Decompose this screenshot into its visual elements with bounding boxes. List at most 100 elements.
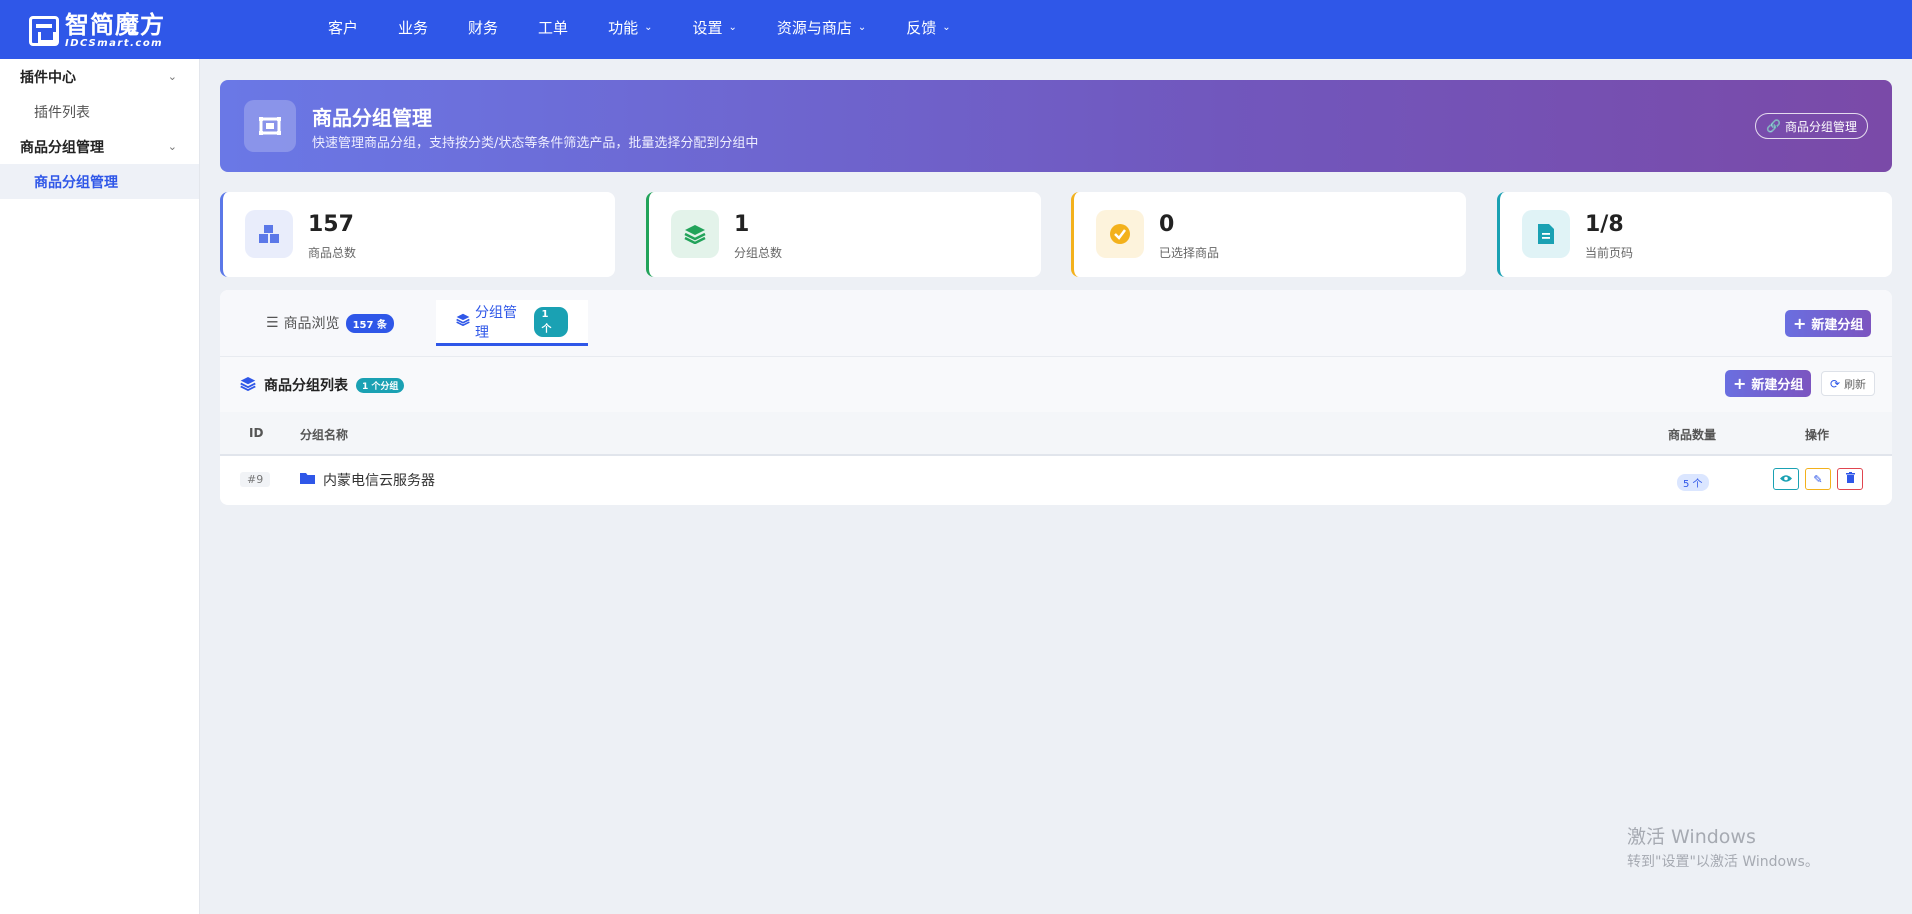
main-nav: 客户 业务 财务 工单 功能 ⌄ 设置 ⌄ 资源与商店 ⌄ 反馈 ⌄ xyxy=(308,0,971,54)
nav-label: 工单 xyxy=(538,18,569,37)
nav-item-features[interactable]: 功能 ⌄ xyxy=(588,0,672,54)
nav-item-feedback[interactable]: 反馈 ⌄ xyxy=(886,0,970,54)
stat-value: 157 xyxy=(308,212,354,237)
new-group-button[interactable]: + 新建分组 xyxy=(1725,370,1812,397)
refresh-icon: ⟳ xyxy=(1830,376,1841,391)
nav-label: 功能 xyxy=(608,18,639,37)
layers-icon xyxy=(456,313,470,330)
group-name-text: 内蒙电信云服务器 xyxy=(323,473,435,489)
sidebar-item-label: 插件列表 xyxy=(34,104,90,121)
boxes-icon xyxy=(245,210,293,258)
stat-label: 商品总数 xyxy=(308,246,357,260)
eye-icon xyxy=(1780,473,1792,486)
new-group-button-top[interactable]: + 新建分组 xyxy=(1785,310,1872,337)
link-icon: 🔗 xyxy=(1766,119,1781,133)
edit-icon: ✎ xyxy=(1813,472,1823,486)
group-name: 内蒙电信云服务器 xyxy=(300,470,435,490)
folder-icon xyxy=(300,472,315,488)
plus-icon: + xyxy=(1793,314,1807,333)
plus-icon: + xyxy=(1733,374,1747,393)
stat-card-total-groups: 1 分组总数 xyxy=(646,192,1041,277)
column-header-actions: 操作 xyxy=(1805,428,1830,442)
page-title: 商品分组管理 xyxy=(312,106,432,130)
button-label: 新建分组 xyxy=(1811,318,1864,333)
group-list-header: 商品分组列表 1 个分组 + 新建分组 ⟳ 刷新 xyxy=(220,357,1892,412)
tab-group-management[interactable]: 分组管理 1 个 xyxy=(436,300,588,346)
nav-item-finance[interactable]: 财务 xyxy=(448,0,518,54)
check-circle-icon xyxy=(1096,210,1144,258)
stat-card-total-products: 157 商品总数 xyxy=(220,192,615,277)
page-subtitle: 快速管理商品分组，支持按分类/状态等条件筛选产品，批量选择分配到分组中 xyxy=(312,136,759,151)
tab-label: 商品浏览 xyxy=(283,316,340,332)
header-link-label: 商品分组管理 xyxy=(1784,119,1857,134)
chevron-down-icon: ⌄ xyxy=(728,21,737,33)
nav-item-resources[interactable]: 资源与商店 ⌄ xyxy=(757,0,886,54)
group-frame-icon xyxy=(244,100,296,152)
nav-label: 业务 xyxy=(398,18,429,37)
brand-name-en: IDCSmart.com xyxy=(65,38,164,49)
refresh-button[interactable]: ⟳ 刷新 xyxy=(1821,371,1876,396)
sidebar-item-product-group-management[interactable]: 商品分组管理 xyxy=(0,164,199,199)
stat-value: 1 xyxy=(734,212,750,237)
nav-label: 资源与商店 xyxy=(776,18,852,37)
nav-item-customers[interactable]: 客户 xyxy=(308,0,378,54)
button-label: 刷新 xyxy=(1844,377,1867,391)
nav-item-settings[interactable]: 设置 ⌄ xyxy=(672,0,756,54)
layers-icon xyxy=(240,376,256,395)
layers-icon xyxy=(671,210,719,258)
nav-label: 反馈 xyxy=(906,18,937,37)
sidebar-group-product-groups[interactable]: 商品分组管理 ⌄ xyxy=(0,129,199,164)
column-header-count: 商品数量 xyxy=(1668,428,1717,442)
tab-count-badge: 157 条 xyxy=(345,313,394,333)
button-label: 新建分组 xyxy=(1751,378,1804,393)
sidebar-item-plugin-list[interactable]: 插件列表 xyxy=(0,94,199,129)
group-management-panel: ☰ 商品浏览 157 条 分组管理 1 个 + 新建分组 商品分组列表 1 个分… xyxy=(220,290,1892,505)
trash-icon xyxy=(1845,472,1855,486)
stat-value: 0 xyxy=(1159,212,1175,237)
watermark-title: 激活 Windows xyxy=(1627,826,1756,848)
logo-icon xyxy=(29,16,59,46)
stat-card-current-page: 1/8 当前页码 xyxy=(1497,192,1892,277)
group-list-title: 商品分组列表 1 个分组 xyxy=(240,375,405,395)
column-header-name: 分组名称 xyxy=(300,428,349,442)
list-icon: ☰ xyxy=(266,315,279,331)
tabs-bar: ☰ 商品浏览 157 条 分组管理 1 个 + 新建分组 xyxy=(220,290,1892,357)
watermark-subtitle: 转到"设置"以激活 Windows。 xyxy=(1627,854,1819,870)
chevron-down-icon: ⌄ xyxy=(167,70,177,83)
chevron-down-icon: ⌄ xyxy=(857,21,867,33)
sidebar-group-plugin-center[interactable]: 插件中心 ⌄ xyxy=(0,59,199,94)
windows-activation-watermark: 激活 Windows 转到"设置"以激活 Windows。 xyxy=(1627,822,1819,871)
sidebar: 插件中心 ⌄ 插件列表 商品分组管理 ⌄ 商品分组管理 xyxy=(0,59,200,914)
nav-label: 客户 xyxy=(328,18,359,37)
edit-button[interactable]: ✎ xyxy=(1805,468,1831,490)
file-icon xyxy=(1522,210,1570,258)
page-header-banner: 商品分组管理 快速管理商品分组，支持按分类/状态等条件筛选产品，批量选择分配到分… xyxy=(220,80,1892,172)
tab-product-browse[interactable]: ☰ 商品浏览 157 条 xyxy=(246,300,414,346)
chevron-down-icon: ⌄ xyxy=(942,21,951,33)
delete-button[interactable] xyxy=(1837,468,1863,490)
table-row[interactable]: #9 内蒙电信云服务器 5 个 ✎ xyxy=(220,456,1892,504)
tab-count-badge: 1 个 xyxy=(534,306,568,337)
stat-label: 当前页码 xyxy=(1585,246,1634,260)
stat-label: 已选择商品 xyxy=(1159,246,1220,260)
brand-logo[interactable]: 智简魔方 IDCSmart.com xyxy=(29,13,165,49)
top-navbar: 智简魔方 IDCSmart.com 客户 业务 财务 工单 功能 ⌄ 设置 ⌄ 资源… xyxy=(0,0,1912,59)
list-title-text: 商品分组列表 xyxy=(264,378,348,394)
view-button[interactable] xyxy=(1773,468,1799,490)
product-count-badge: 5 个 xyxy=(1677,474,1709,491)
chevron-down-icon: ⌄ xyxy=(644,21,653,33)
chevron-down-icon: ⌄ xyxy=(167,140,177,153)
group-id: #9 xyxy=(240,472,271,487)
sidebar-group-label: 商品分组管理 xyxy=(20,139,104,156)
brand-name-cn: 智简魔方 xyxy=(65,11,165,39)
nav-label: 财务 xyxy=(468,18,499,37)
stat-label: 分组总数 xyxy=(734,246,783,260)
header-link-button[interactable]: 🔗 商品分组管理 xyxy=(1755,113,1868,139)
table-header: ID 分组名称 商品数量 操作 xyxy=(220,412,1892,456)
sidebar-group-label: 插件中心 xyxy=(20,69,76,86)
nav-label: 设置 xyxy=(692,18,723,37)
column-header-id: ID xyxy=(249,426,264,440)
sidebar-item-label: 商品分组管理 xyxy=(34,174,118,191)
nav-item-tickets[interactable]: 工单 xyxy=(518,0,588,54)
nav-item-business[interactable]: 业务 xyxy=(378,0,448,54)
